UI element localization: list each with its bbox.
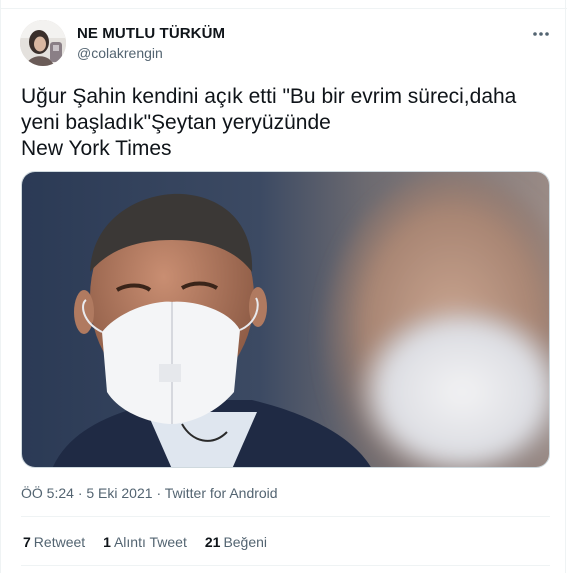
stat-label: Retweet xyxy=(33,534,86,550)
display-name[interactable]: NE MUTLU TÜRKÜM xyxy=(77,25,225,42)
quote-tweet-count[interactable]: 1 Alıntı Tweet xyxy=(103,534,187,550)
top-divider xyxy=(1,8,567,9)
tweet-line: Uğur Şahin kendini açık etti "Bu bir evr… xyxy=(21,85,517,108)
tweet-time[interactable]: ÖÖ 5:24 xyxy=(21,485,74,501)
retweet-count[interactable]: 7 Retweet xyxy=(23,534,85,550)
divider xyxy=(21,516,550,517)
stat-count: 21 xyxy=(204,534,221,550)
tweet-photo[interactable] xyxy=(21,171,550,468)
user-handle[interactable]: @colakrengin xyxy=(77,45,163,61)
stat-count: 7 xyxy=(23,534,31,550)
avatar[interactable] xyxy=(20,20,66,66)
like-count[interactable]: 21 Beğeni xyxy=(205,534,267,550)
tweet-card: NE MUTLU TÜRKÜM @colakrengin Uğur Şahin … xyxy=(0,0,567,573)
avatar-image xyxy=(20,20,66,66)
tweet-text: Uğur Şahin kendini açık etti "Bu bir evr… xyxy=(21,84,556,162)
tweet-meta: ÖÖ 5:24 · 5 Eki 2021 · Twitter for Andro… xyxy=(21,485,278,501)
photo-image xyxy=(22,172,549,467)
tweet-line: New York Times xyxy=(21,137,172,160)
more-dots-glyph xyxy=(533,32,549,36)
stat-label: Alıntı Tweet xyxy=(113,534,187,550)
meta-separator: · xyxy=(156,485,162,501)
tweet-source[interactable]: Twitter for Android xyxy=(165,485,278,501)
engagement-stats: 7 Retweet 1 Alıntı Tweet 21 Beğeni xyxy=(23,534,267,550)
stat-count: 1 xyxy=(103,534,111,550)
divider xyxy=(21,565,550,566)
stat-label: Beğeni xyxy=(223,534,268,550)
more-horizontal-icon[interactable] xyxy=(531,24,551,44)
tweet-line: yeni başladık"Şeytan yeryüzünde xyxy=(21,111,331,134)
meta-separator: · xyxy=(77,485,83,501)
tweet-date[interactable]: 5 Eki 2021 xyxy=(86,485,152,501)
